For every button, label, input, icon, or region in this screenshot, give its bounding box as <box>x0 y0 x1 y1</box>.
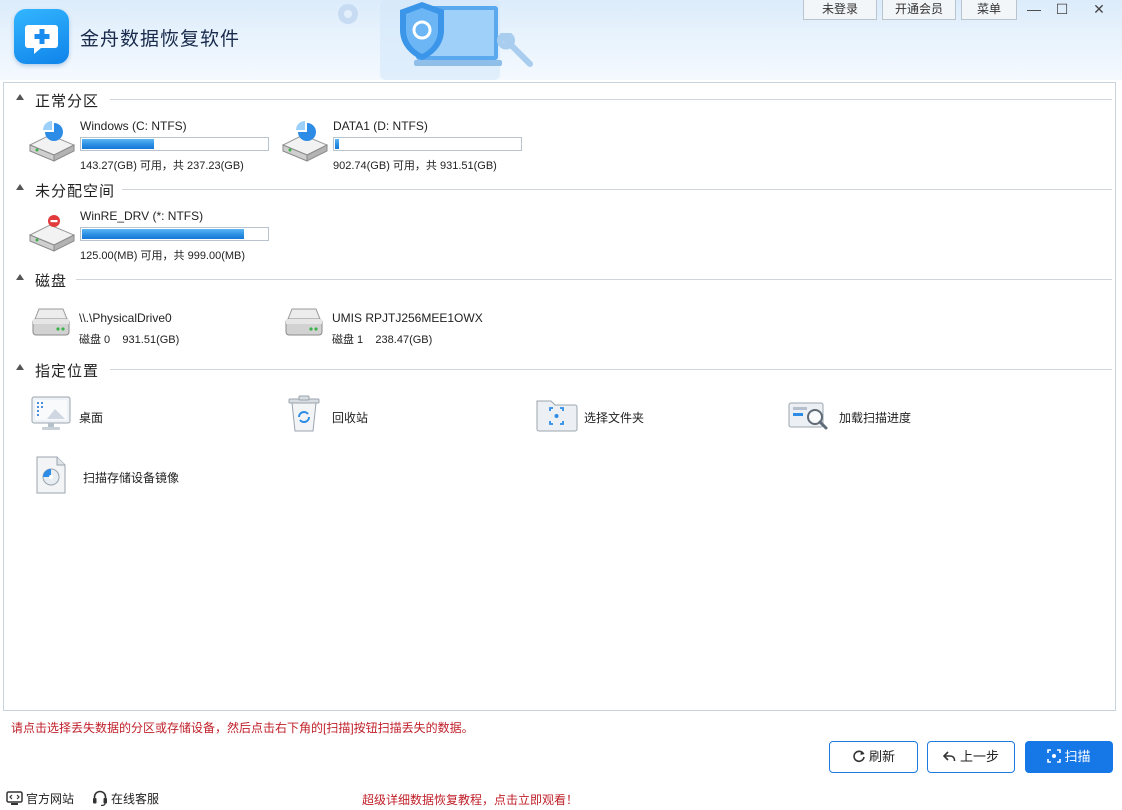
minimize-button[interactable]: — <box>1019 0 1049 20</box>
login-button[interactable]: 未登录 <box>803 0 877 20</box>
location-label: 扫描存储设备镜像 <box>83 471 180 485</box>
refresh-label: 刷新 <box>868 749 895 764</box>
partition-item-c[interactable]: Windows (C: NTFS) 143.27(GB) 可用，共 237.23… <box>28 119 278 172</box>
section-partitions: 正常分区 <box>4 87 1115 111</box>
drive-icon <box>28 121 76 162</box>
disk-name: UMIS RPJTJ256MEE1OWX <box>332 311 483 325</box>
location-label: 选择文件夹 <box>584 411 645 425</box>
section-unallocated: 未分配空间 <box>4 177 1115 201</box>
drive-icon <box>281 121 329 162</box>
disk-info: 磁盘 1 238.47(GB) <box>332 331 432 347</box>
capacity-fill <box>335 139 339 149</box>
disk-size: 931.51(GB) <box>122 334 180 346</box>
title-bar: 金舟数据恢复软件 未登录 开通会员 菜单 — ☐ ✕ <box>0 0 1122 80</box>
capacity-fill <box>82 139 155 149</box>
close-button[interactable]: ✕ <box>1084 0 1114 20</box>
location-image-scan[interactable]: 扫描存储设备镜像 <box>31 455 251 495</box>
back-button[interactable]: 上一步 <box>927 741 1015 773</box>
location-desktop[interactable]: 桌面 <box>31 395 231 435</box>
refresh-icon <box>853 750 865 763</box>
support-label: 在线客服 <box>111 792 160 806</box>
location-label: 回收站 <box>332 411 369 425</box>
recycle-bin-icon <box>288 395 320 432</box>
headset-icon <box>93 790 107 807</box>
maximize-button[interactable]: ☐ <box>1047 0 1077 20</box>
divider <box>110 369 1112 370</box>
support-link[interactable]: 在线客服 <box>92 790 159 807</box>
section-title: 指定位置 <box>35 360 100 381</box>
location-choose-folder[interactable]: 选择文件夹 <box>536 395 736 435</box>
section-disks: 磁盘 <box>4 267 1115 291</box>
disk-item-0[interactable]: \\.\PhysicalDrive0 磁盘 0 931.51(GB) <box>31 305 271 349</box>
tutorial-promo-link[interactable]: 超级详细数据恢复教程，点击立即观看！ <box>362 791 578 808</box>
desktop-icon <box>31 396 71 430</box>
collapse-toggle-icon[interactable] <box>16 364 24 370</box>
disk-info: 磁盘 0 931.51(GB) <box>79 331 179 347</box>
section-locations: 指定位置 <box>4 357 1115 381</box>
disk-image-icon <box>36 456 66 494</box>
location-recycle-bin[interactable]: 回收站 <box>284 395 484 435</box>
instruction-hint: 请点击选择丢失数据的分区或存储设备，然后点击右下角的[扫描]按钮扫描丢失的数据。 <box>11 721 474 735</box>
partition-name: Windows (C: NTFS) <box>80 119 187 133</box>
collapse-toggle-icon[interactable] <box>16 184 24 190</box>
disk-icon <box>285 308 323 336</box>
capacity-fill <box>82 229 244 239</box>
capacity-text: 902.74(GB) 可用，共 931.51(GB) <box>333 160 497 172</box>
refresh-button[interactable]: 刷新 <box>829 741 918 773</box>
collapse-toggle-icon[interactable] <box>16 94 24 100</box>
location-load-progress[interactable]: 加载扫描进度 <box>787 395 987 435</box>
disk-label: 磁盘 1 <box>332 334 364 346</box>
divider <box>110 99 1112 100</box>
collapse-toggle-icon[interactable] <box>16 274 24 280</box>
back-icon <box>942 751 956 761</box>
capacity-bar <box>80 227 269 241</box>
disk-icon <box>32 308 70 336</box>
scan-button[interactable]: 扫描 <box>1025 741 1113 773</box>
capacity-text: 125.00(MB) 可用，共 999.00(MB) <box>80 250 246 262</box>
app-title: 金舟数据恢复软件 <box>80 29 241 50</box>
device-panel: 正常分区 Windows (C: NTFS) 143.27(GB) 可用，共 2… <box>3 82 1116 711</box>
location-label: 桌面 <box>79 411 104 425</box>
disk-item-1[interactable]: UMIS RPJTJ256MEE1OWX 磁盘 1 238.47(GB) <box>284 305 524 349</box>
disk-name: \\.\PhysicalDrive0 <box>79 311 172 325</box>
website-label: 官方网站 <box>26 792 75 806</box>
location-label: 加载扫描进度 <box>839 411 912 425</box>
partition-name: DATA1 (D: NTFS) <box>333 119 428 133</box>
capacity-bar <box>333 137 522 151</box>
menu-button[interactable]: 菜单 <box>961 0 1017 20</box>
vip-button[interactable]: 开通会员 <box>882 0 956 20</box>
divider <box>122 189 1112 190</box>
section-title: 磁盘 <box>35 270 68 291</box>
partition-item-d[interactable]: DATA1 (D: NTFS) 902.74(GB) 可用，共 931.51(G… <box>281 119 531 172</box>
capacity-bar <box>80 137 269 151</box>
folder-scan-icon <box>536 400 578 432</box>
capacity-text: 143.27(GB) 可用，共 237.23(GB) <box>80 160 244 172</box>
disk-label: 磁盘 0 <box>79 334 111 346</box>
section-title: 未分配空间 <box>35 180 116 201</box>
back-label: 上一步 <box>959 749 999 764</box>
banner-illustration <box>338 0 533 80</box>
app-logo-icon <box>14 9 69 64</box>
disk-size: 238.47(GB) <box>375 334 433 346</box>
partition-name: WinRE_DRV (*: NTFS) <box>80 209 204 223</box>
website-link[interactable]: 官方网站 <box>6 790 74 807</box>
drive-error-icon <box>28 215 76 252</box>
partition-item-winre[interactable]: WinRE_DRV (*: NTFS) 125.00(MB) 可用，共 999.… <box>28 209 278 262</box>
load-progress-icon <box>788 402 828 430</box>
scan-icon <box>1047 749 1062 763</box>
section-title: 正常分区 <box>35 90 100 111</box>
scan-label: 扫描 <box>1064 749 1091 764</box>
website-icon <box>6 791 23 805</box>
divider <box>76 279 1112 280</box>
